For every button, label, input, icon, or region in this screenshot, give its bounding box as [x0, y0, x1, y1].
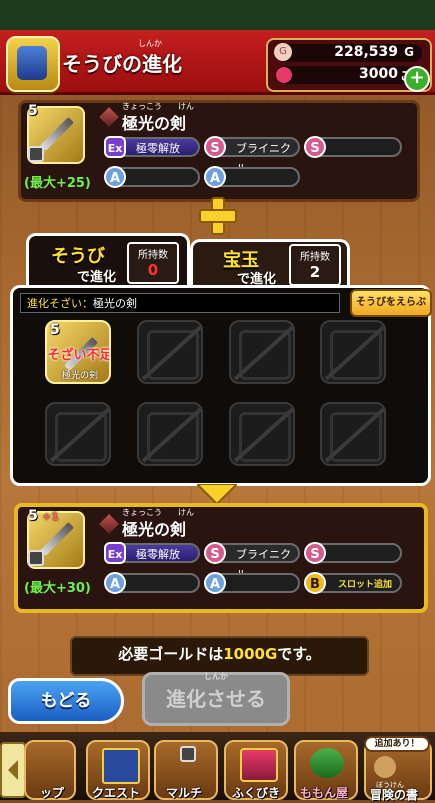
slot-add-text: スロット追加 — [338, 580, 393, 590]
character-icon — [374, 756, 396, 778]
jewel-count: 2 — [309, 263, 321, 281]
result-item-plus: +1 — [42, 510, 59, 523]
sword-icon — [40, 117, 74, 151]
lock-icon — [28, 146, 44, 162]
nav-shop-label: ップ — [40, 786, 65, 800]
quest-book-icon — [102, 748, 140, 784]
material-slot-2[interactable] — [137, 320, 203, 384]
shop-hut-icon — [310, 748, 344, 778]
tab-equipment-count-box: 所持数 0 — [127, 242, 179, 284]
ex-badge-icon: Ex — [104, 136, 126, 158]
nav-quest-button[interactable]: クエスト — [86, 740, 150, 800]
gold-row: G 228,539 G — [274, 43, 422, 62]
lock-icon — [28, 550, 44, 566]
page-title: そうびの進化 — [62, 52, 182, 76]
material-slot-8[interactable] — [320, 402, 386, 466]
source-item-name: 極光の剣 — [122, 114, 187, 133]
slot1-level: 5 — [50, 322, 60, 338]
evolve-button[interactable]: しんか 進化させる — [142, 672, 290, 726]
equipment-emblem-icon — [6, 36, 60, 92]
gold-bag-icon: G — [274, 43, 292, 61]
treasure-chest-icon — [240, 748, 278, 782]
nav-momonya-button[interactable]: ももん屋 — [294, 740, 358, 800]
buy-gems-plus-button[interactable]: + — [404, 66, 430, 92]
plus-icon — [197, 195, 237, 235]
source-skill-ex-text: 極零解放 — [136, 142, 180, 155]
nav-scroll-left-button[interactable] — [0, 742, 26, 798]
required-gold-label: 必要ゴールドは1000Gです。 — [70, 636, 369, 676]
nav-adventure-book-label: 冒険の書 — [370, 788, 419, 802]
gem-amount: 3000 — [359, 66, 398, 82]
shield-icon — [17, 46, 47, 80]
tab-equipment-subtitle: で進化 — [77, 270, 117, 285]
s-badge-icon: S — [304, 136, 326, 158]
s-badge-icon: S — [204, 542, 226, 564]
lock-icon — [180, 746, 196, 762]
material-slot-4[interactable] — [320, 320, 386, 384]
tab-equipment-title: そうび — [51, 246, 105, 267]
a-badge-icon: A — [104, 572, 126, 594]
s-badge-icon: S — [304, 542, 326, 564]
ex-badge-icon: Ex — [104, 542, 126, 564]
material-bar-value: 極光の剣 — [93, 297, 137, 310]
tab-jewel[interactable]: 宝玉 で進化 所持数 2 — [190, 239, 350, 288]
a-badge-icon: A — [204, 166, 226, 188]
required-gold-suffix: です。 — [277, 645, 321, 663]
evolve-ruby: しんか — [204, 672, 228, 681]
evolve-button-label: 進化させる — [166, 687, 266, 711]
result-max-label: (最大+30) — [24, 581, 91, 596]
a-badge-icon: A — [104, 166, 126, 188]
nav-adventure-book-button[interactable]: 追加あり！ ぼうけん 冒険の書 — [364, 736, 432, 802]
gem-row: 3000 こ — [276, 66, 422, 84]
slot1-name: 極光の剣 — [61, 371, 98, 381]
slot1-shortage-label: そざい不足 — [47, 348, 111, 363]
source-item-level: 5 — [28, 103, 38, 119]
required-gold-prefix: 必要ゴールドは — [118, 645, 224, 663]
sword-icon — [40, 522, 74, 556]
material-bar: 進化そざい：極光の剣 — [20, 293, 340, 313]
material-slot-7[interactable] — [229, 402, 295, 466]
nav-lottery-label: ふくびき — [232, 786, 281, 800]
gold-unit: G — [404, 45, 414, 59]
source-max-label: (最大+25) — [24, 176, 91, 191]
result-item-name: 極光の剣 — [122, 520, 187, 539]
material-slot-1[interactable]: 5 そざい不足 極光の剣 — [45, 320, 111, 384]
new-added-badge: 追加あり！ — [364, 736, 430, 752]
select-equipment-button[interactable]: そうびをえらぶ — [350, 289, 432, 317]
required-gold-amount: 1000G — [223, 645, 278, 663]
gold-amount: 228,539 — [334, 44, 398, 60]
gem-icon — [276, 67, 292, 83]
tab-jewel-count-box: 所持数 2 — [289, 244, 341, 286]
result-skill-ex-text: 極零解放 — [136, 548, 180, 561]
nav-shop-button[interactable]: ップ — [24, 740, 76, 800]
chevron-left-icon — [8, 760, 18, 780]
material-slot-5[interactable] — [45, 402, 111, 466]
nav-quest-label: クエスト — [92, 786, 141, 800]
count-label: 所持数 — [138, 250, 168, 261]
top-strip — [0, 0, 435, 30]
count-label: 所持数 — [300, 252, 330, 263]
s-badge-icon: S — [204, 136, 226, 158]
result-item-level: 5 — [28, 508, 38, 524]
nav-multi-button[interactable]: マルチ — [154, 740, 218, 800]
nav-momonya-label: ももん屋 — [300, 786, 349, 800]
nav-multi-label: マルチ — [166, 786, 203, 800]
material-slot-3[interactable] — [229, 320, 295, 384]
a-badge-icon: A — [204, 572, 226, 594]
material-bar-label: 進化そざい： — [27, 297, 93, 310]
nav-lottery-button[interactable]: ふくびき — [224, 740, 288, 800]
b-badge-icon: B — [304, 572, 326, 594]
equipment-count: 0 — [147, 261, 159, 279]
back-button[interactable]: もどる — [8, 678, 124, 724]
material-slot-6[interactable] — [137, 402, 203, 466]
